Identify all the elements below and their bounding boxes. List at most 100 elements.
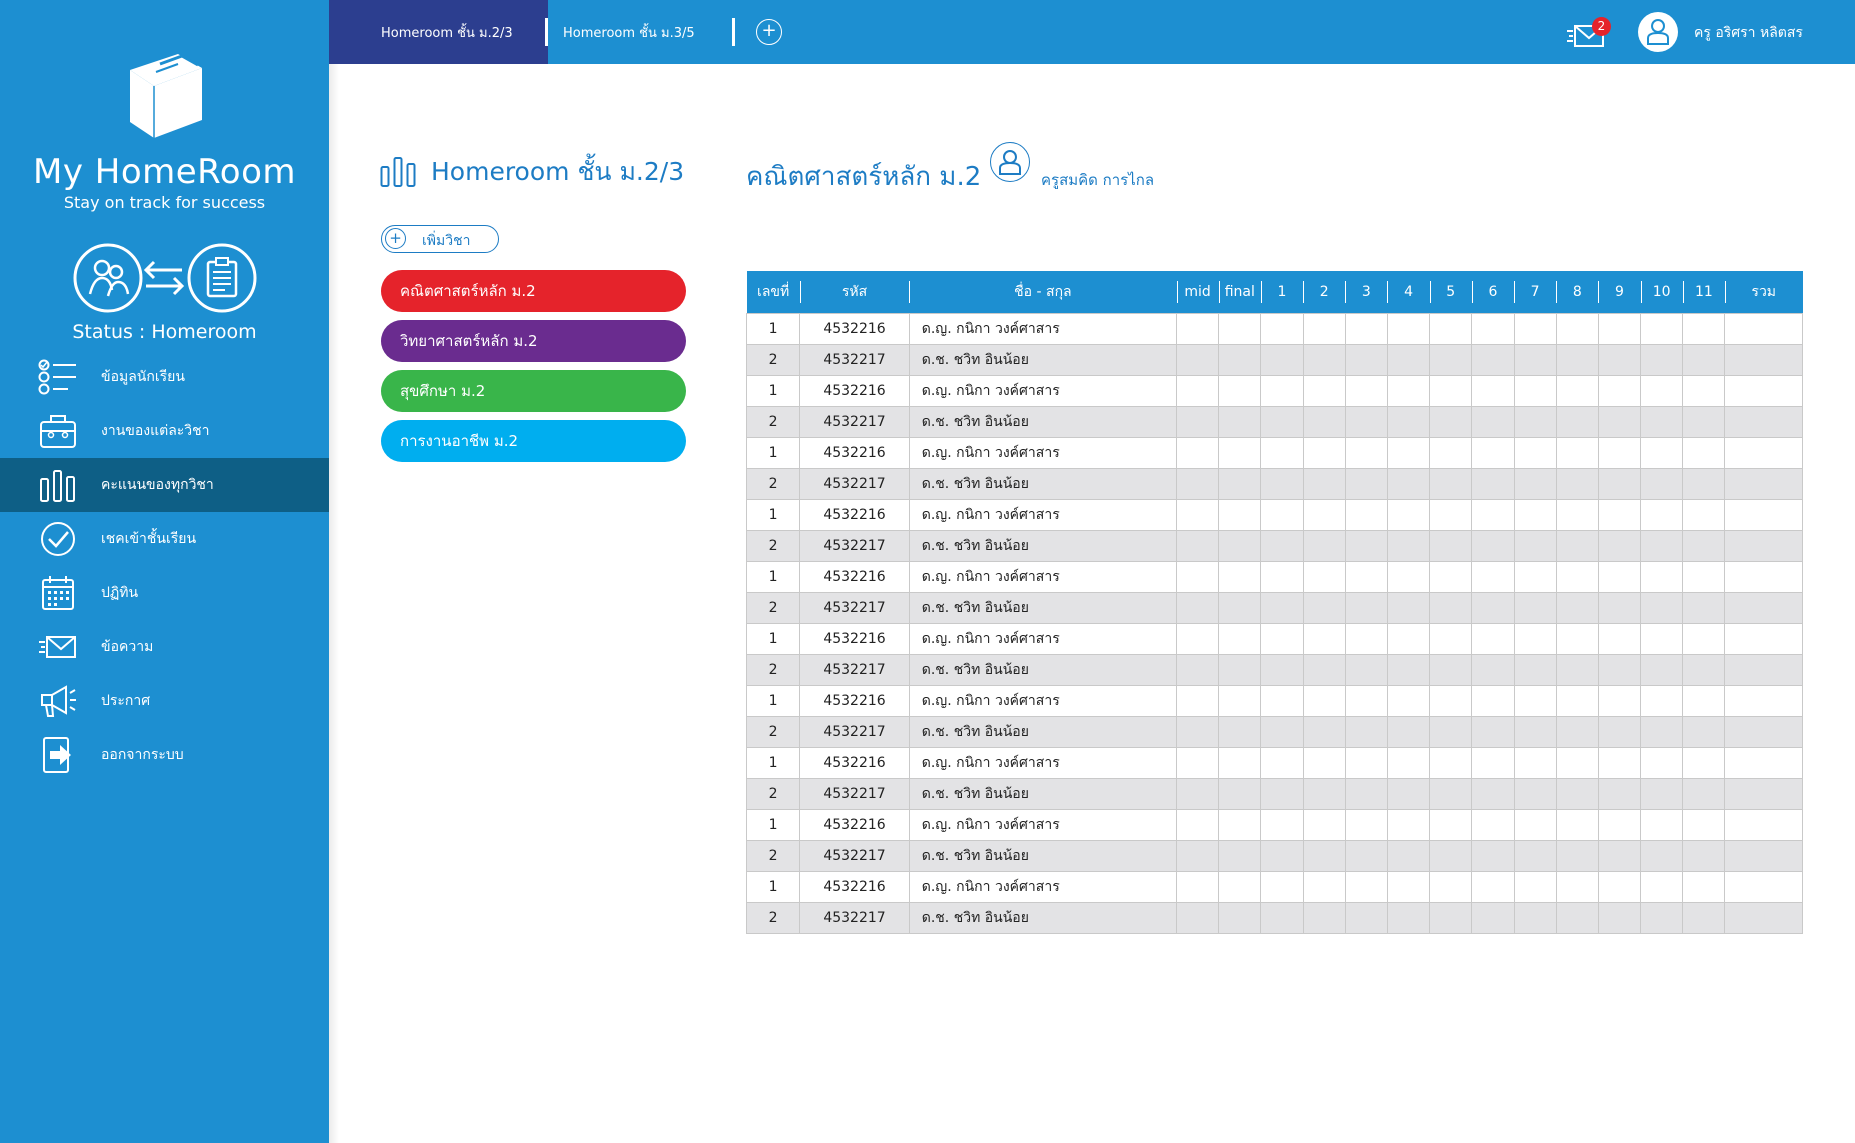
score-cell[interactable] xyxy=(1302,808,1346,841)
score-cell[interactable] xyxy=(1429,591,1473,624)
score-cell[interactable] xyxy=(1471,312,1515,345)
score-cell[interactable] xyxy=(1260,839,1304,872)
score-cell[interactable] xyxy=(1724,529,1803,562)
sidebar-item-calendar[interactable]: ปฏิทิน xyxy=(0,566,329,620)
score-cell[interactable] xyxy=(1176,777,1220,810)
score-cell[interactable] xyxy=(1682,560,1726,593)
score-cell[interactable] xyxy=(1176,715,1220,748)
score-cell[interactable] xyxy=(1724,839,1803,872)
score-cell[interactable] xyxy=(1260,684,1304,717)
score-cell[interactable] xyxy=(1176,374,1220,407)
score-cell[interactable] xyxy=(1471,436,1515,469)
score-cell[interactable] xyxy=(1597,591,1642,624)
score-cell[interactable] xyxy=(1555,591,1599,624)
score-cell[interactable] xyxy=(1597,870,1642,903)
score-cell[interactable] xyxy=(1386,684,1431,717)
score-cell[interactable] xyxy=(1724,870,1803,903)
score-cell[interactable] xyxy=(1176,467,1220,500)
score-cell[interactable] xyxy=(1302,312,1346,345)
score-cell[interactable] xyxy=(1724,312,1803,345)
score-cell[interactable] xyxy=(1555,343,1599,376)
score-cell[interactable] xyxy=(1218,312,1262,345)
score-cell[interactable] xyxy=(1429,467,1473,500)
score-cell[interactable] xyxy=(1724,684,1803,717)
score-cell[interactable] xyxy=(1218,777,1262,810)
score-cell[interactable] xyxy=(1682,436,1726,469)
score-cell[interactable] xyxy=(1513,715,1557,748)
score-cell[interactable] xyxy=(1471,684,1515,717)
score-cell[interactable] xyxy=(1218,498,1262,531)
score-cell[interactable] xyxy=(1344,808,1388,841)
score-cell[interactable] xyxy=(1640,870,1684,903)
score-cell[interactable] xyxy=(1260,777,1304,810)
score-cell[interactable] xyxy=(1555,870,1599,903)
score-cell[interactable] xyxy=(1176,312,1220,345)
score-cell[interactable] xyxy=(1344,870,1388,903)
score-cell[interactable] xyxy=(1555,839,1599,872)
score-cell[interactable] xyxy=(1260,312,1304,345)
score-cell[interactable] xyxy=(1682,777,1726,810)
score-cell[interactable] xyxy=(1218,560,1262,593)
score-cell[interactable] xyxy=(1597,715,1642,748)
score-cell[interactable] xyxy=(1302,560,1346,593)
sidebar-item-attendance[interactable]: เชคเข้าชั้นเรียน xyxy=(0,512,329,566)
user-name[interactable]: ครู อริศรา หลิตสร xyxy=(1694,22,1803,44)
score-cell[interactable] xyxy=(1302,684,1346,717)
score-cell[interactable] xyxy=(1555,436,1599,469)
score-cell[interactable] xyxy=(1344,343,1388,376)
score-cell[interactable] xyxy=(1302,901,1346,934)
score-cell[interactable] xyxy=(1344,467,1388,500)
score-cell[interactable] xyxy=(1429,405,1473,438)
score-cell[interactable] xyxy=(1555,467,1599,500)
score-cell[interactable] xyxy=(1429,684,1473,717)
score-cell[interactable] xyxy=(1513,870,1557,903)
score-cell[interactable] xyxy=(1218,870,1262,903)
score-cell[interactable] xyxy=(1597,808,1642,841)
score-cell[interactable] xyxy=(1640,901,1684,934)
score-cell[interactable] xyxy=(1471,374,1515,407)
score-cell[interactable] xyxy=(1386,746,1431,779)
score-cell[interactable] xyxy=(1513,591,1557,624)
score-cell[interactable] xyxy=(1260,808,1304,841)
score-cell[interactable] xyxy=(1597,901,1642,934)
score-cell[interactable] xyxy=(1471,808,1515,841)
score-cell[interactable] xyxy=(1597,777,1642,810)
score-cell[interactable] xyxy=(1429,777,1473,810)
score-cell[interactable] xyxy=(1176,653,1220,686)
score-cell[interactable] xyxy=(1302,622,1346,655)
score-cell[interactable] xyxy=(1724,901,1803,934)
score-cell[interactable] xyxy=(1218,529,1262,562)
score-cell[interactable] xyxy=(1429,715,1473,748)
score-cell[interactable] xyxy=(1386,436,1431,469)
score-cell[interactable] xyxy=(1260,374,1304,407)
score-cell[interactable] xyxy=(1640,591,1684,624)
score-cell[interactable] xyxy=(1682,901,1726,934)
score-cell[interactable] xyxy=(1386,870,1431,903)
score-cell[interactable] xyxy=(1682,498,1726,531)
score-cell[interactable] xyxy=(1386,808,1431,841)
score-cell[interactable] xyxy=(1513,808,1557,841)
score-cell[interactable] xyxy=(1597,560,1642,593)
score-cell[interactable] xyxy=(1724,498,1803,531)
score-cell[interactable] xyxy=(1640,529,1684,562)
score-cell[interactable] xyxy=(1176,839,1220,872)
score-cell[interactable] xyxy=(1302,870,1346,903)
score-cell[interactable] xyxy=(1597,343,1642,376)
score-cell[interactable] xyxy=(1260,560,1304,593)
score-cell[interactable] xyxy=(1386,777,1431,810)
score-cell[interactable] xyxy=(1555,405,1599,438)
score-cell[interactable] xyxy=(1471,529,1515,562)
score-cell[interactable] xyxy=(1471,777,1515,810)
score-cell[interactable] xyxy=(1555,653,1599,686)
sidebar-item-assignments[interactable]: งานของแต่ละวิชา xyxy=(0,404,329,458)
score-cell[interactable] xyxy=(1218,343,1262,376)
score-cell[interactable] xyxy=(1471,405,1515,438)
score-cell[interactable] xyxy=(1176,591,1220,624)
score-cell[interactable] xyxy=(1555,529,1599,562)
score-cell[interactable] xyxy=(1386,498,1431,531)
score-cell[interactable] xyxy=(1597,529,1642,562)
score-cell[interactable] xyxy=(1724,405,1803,438)
score-cell[interactable] xyxy=(1260,870,1304,903)
score-cell[interactable] xyxy=(1555,498,1599,531)
score-cell[interactable] xyxy=(1471,498,1515,531)
